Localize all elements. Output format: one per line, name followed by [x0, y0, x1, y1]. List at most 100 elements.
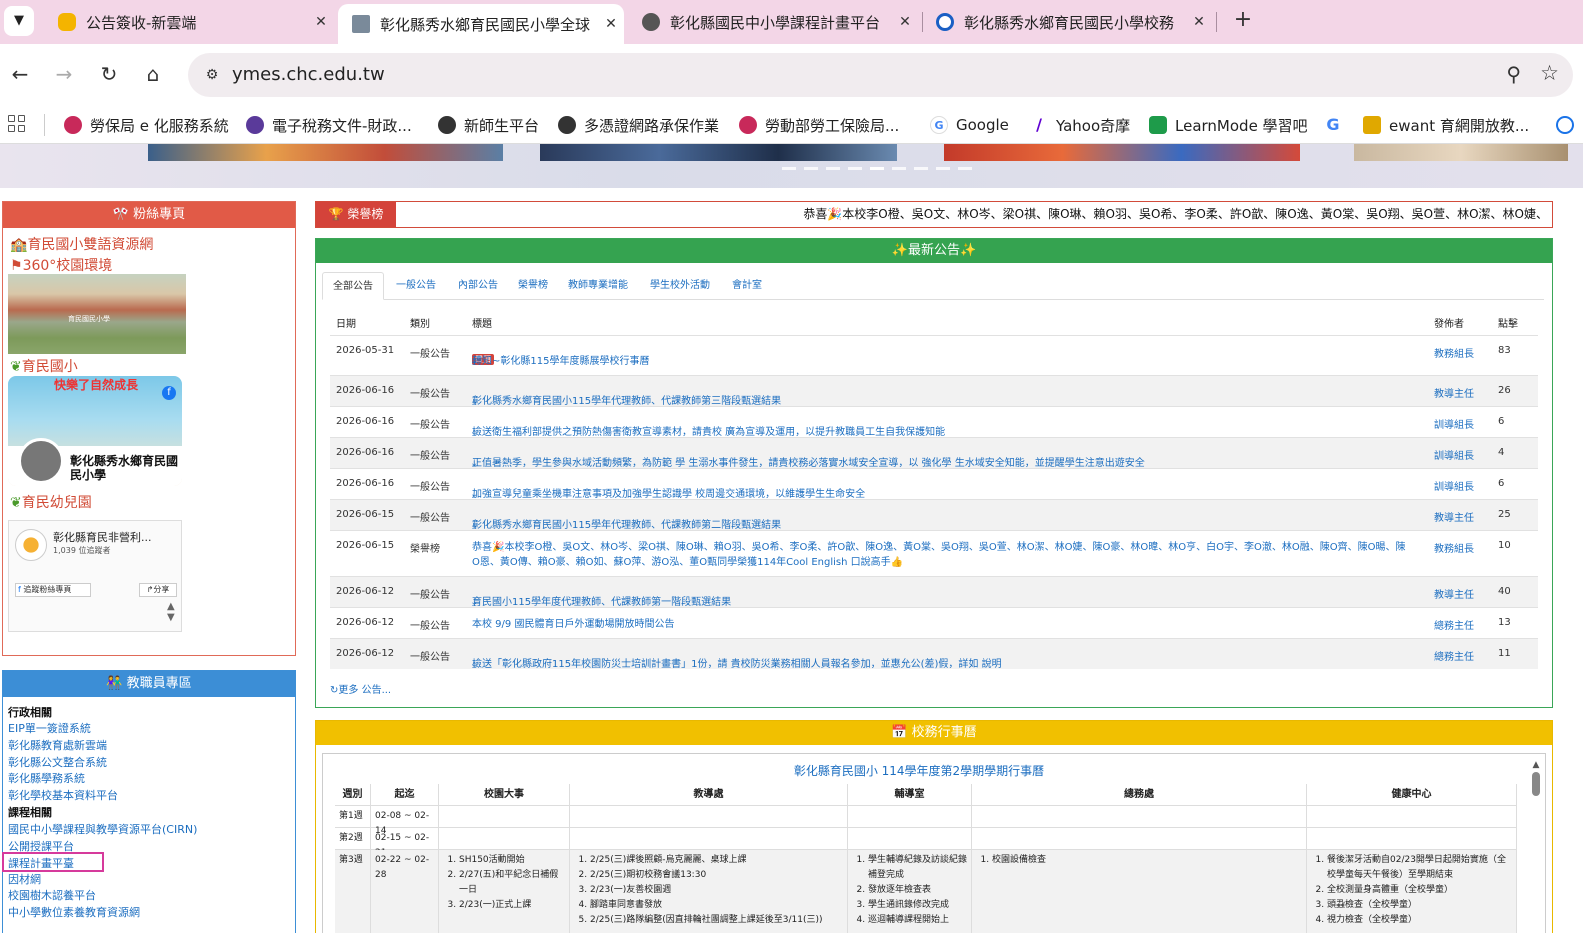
poster-link[interactable]: 教導主任	[1434, 385, 1474, 400]
fb-embed[interactable]: 彰化縣育民非營利... 1,039 位追蹤者 f 追蹤粉絲專頁 ↱分享 ▲ ▼	[8, 520, 182, 632]
calendar-item: 2/25(三)課後照顧-烏克麗麗、桌球上課	[590, 853, 843, 868]
follow-button[interactable]: f 追蹤粉絲專頁	[15, 583, 91, 597]
close-tab-icon[interactable]: ✕	[308, 14, 334, 30]
news-title-link[interactable]: 本校 9/9 國民體育日戶外運動場開放時間公告	[472, 617, 1412, 632]
bookmark-5[interactable]: G Google	[930, 111, 1009, 139]
poster-link[interactable]: 教導主任	[1434, 509, 1474, 524]
honor-text[interactable]: 恭喜🎉本校李O橙、吳O文、林O岑、梁O祺、陳O琳、賴O羽、吳O希、李O柔、許O歆…	[404, 202, 1548, 227]
bookmark-1[interactable]: 電子稅務文件-財政...	[246, 111, 412, 139]
close-tab-icon[interactable]: ✕	[892, 14, 918, 30]
bookmark-label: 多憑證網路承保作業	[584, 116, 720, 135]
carousel-dot[interactable]	[826, 167, 840, 170]
bookmark-9[interactable]: ewant 育網開放教...	[1363, 111, 1529, 139]
tab-teacher[interactable]: 教師專業增能	[558, 272, 638, 300]
bookmark-star-icon[interactable]: ☆	[1540, 61, 1559, 85]
calendar-item: 全校測量身高體重（全校學童）	[1327, 883, 1512, 898]
news-title-link[interactable]: 恭喜🎉本校李O橙、吳O文、林O岑、梁O祺、陳O琳、賴O羽、吳O希、李O柔、許O歆…	[472, 540, 1412, 570]
tab-search-chevron-icon[interactable]: ▼	[4, 6, 34, 36]
staff-link[interactable]: 校園樹木認養平台	[8, 887, 96, 903]
tab-title: 公告簽收-新雲端	[86, 13, 197, 32]
tab-all[interactable]: 全部公告	[322, 272, 384, 300]
reload-icon[interactable]: ↻	[95, 60, 123, 88]
bookmark-0[interactable]: 勞保局 e 化服務系統	[64, 111, 229, 139]
panel-header: 🎌 粉絲專頁	[3, 202, 295, 228]
calendar-panel: 📅 校務行事曆 彰化縣育民國小 114學年度第2學期學期行事曆 週別 起迄 校園…	[315, 720, 1553, 933]
tab-general[interactable]: 一般公告	[386, 272, 446, 300]
site-info-icon[interactable]: ⚙	[198, 61, 226, 89]
bookmark-4[interactable]: 勞動部勞工保險局...	[739, 111, 899, 139]
poster-link[interactable]: 教務組長	[1434, 345, 1474, 360]
more-news-link[interactable]: ↻更多 公告...	[330, 681, 391, 696]
bookmark-2[interactable]: 新師生平台	[438, 111, 539, 139]
back-arrow-icon[interactable]: ←	[6, 60, 34, 88]
carousel-dot[interactable]	[848, 167, 862, 170]
carousel-dot[interactable]	[958, 167, 972, 170]
apps-grid-icon[interactable]	[8, 115, 26, 133]
download-icon[interactable]: ⤓	[472, 354, 476, 369]
bookmark-8[interactable]: G	[1324, 111, 1350, 139]
tab-honor[interactable]: 榮譽榜	[508, 272, 558, 300]
embed-scrollbar[interactable]: ▲ ▼	[167, 601, 175, 623]
download-icon[interactable]: ⤓	[472, 657, 476, 672]
bookmark-overflow[interactable]	[1556, 111, 1582, 139]
school-fb-card[interactable]: 快樂了自然成長 f 彰化縣秀水鄉育民國民小學	[8, 376, 182, 486]
carousel-dot[interactable]	[914, 167, 928, 170]
calendar-scrollbar[interactable]: ▲	[1531, 760, 1541, 933]
address-bar[interactable]: ⚙ ymes.chc.edu.tw ⚲ ☆	[188, 53, 1573, 97]
staff-link[interactable]: 彰化縣學務系統	[8, 770, 85, 786]
url-text[interactable]: ymes.chc.edu.tw	[232, 64, 385, 85]
school-fb-label: ❦育民國小	[10, 359, 78, 375]
home-icon[interactable]: ⌂	[139, 60, 167, 88]
poster-link[interactable]: 教務組長	[1434, 540, 1474, 555]
bookmark-label: Yahoo奇摩	[1056, 116, 1131, 135]
poster-link[interactable]: 訓導組長	[1434, 416, 1474, 431]
poster-link[interactable]: 訓導組長	[1434, 447, 1474, 462]
staff-link[interactable]: 彰化縣教育處新雲端	[8, 737, 107, 753]
tab-student[interactable]: 學生校外活動	[640, 272, 720, 300]
embed-name[interactable]: 彰化縣育民非營利...	[53, 529, 152, 545]
poster-link[interactable]: 總務主任	[1434, 648, 1474, 663]
calendar-title: 校務行事曆	[911, 725, 977, 740]
bilingual-link[interactable]: 🏫育民國小雙語資源網	[10, 234, 153, 254]
tab-accounting[interactable]: 會計室	[722, 272, 772, 300]
carousel-dot-active[interactable]	[870, 167, 884, 170]
tab-internal[interactable]: 內部公告	[448, 272, 508, 300]
bookmark-3[interactable]: 多憑證網路承保作業	[558, 111, 719, 139]
calendar-icon: 📅	[891, 725, 912, 740]
banner-image	[540, 144, 897, 161]
close-tab-icon[interactable]: ✕	[598, 16, 624, 32]
poster-link[interactable]: 教導主任	[1434, 586, 1474, 601]
cal-col-header: 校園大事	[439, 784, 570, 806]
carousel-dot[interactable]	[782, 167, 796, 170]
leaf-icon: ❦	[10, 495, 22, 511]
close-tab-icon[interactable]: ✕	[1186, 14, 1212, 30]
staff-link[interactable]: EIP單一簽證系統	[8, 720, 91, 736]
poster-link[interactable]: 總務主任	[1434, 617, 1474, 632]
tab-1-active[interactable]: 彰化縣秀水鄉育民國民小學全球 ✕	[338, 4, 624, 44]
col-header-type: 類別	[410, 319, 430, 330]
carousel-dot[interactable]	[936, 167, 950, 170]
new-tab-plus-icon[interactable]: +	[1228, 6, 1258, 36]
cal-col-header: 起迄	[371, 784, 439, 806]
staff-link[interactable]: 中小學數位素養教育資源網	[8, 904, 140, 920]
tab-2[interactable]: 彰化縣國民中小學課程計畫平台 ✕	[628, 0, 918, 44]
carousel-dot[interactable]	[892, 167, 906, 170]
bookmark-6[interactable]: / Yahoo奇摩	[1030, 111, 1130, 139]
staff-link[interactable]: 因材網	[8, 871, 41, 887]
embed-followers: 1,039 位追蹤者	[53, 546, 111, 555]
tab-0[interactable]: 公告簽收-新雲端 ✕	[44, 0, 334, 44]
school-photo[interactable]: 育民國民小學	[8, 274, 186, 354]
staff-link[interactable]: 彰化縣公文整合系統	[8, 754, 107, 770]
share-button[interactable]: ↱分享	[139, 583, 177, 597]
staff-link[interactable]: 彰化學校基本資料平台	[8, 787, 118, 803]
360-campus-link[interactable]: ⚑360°校園環境	[10, 255, 112, 275]
carousel-dot[interactable]	[804, 167, 818, 170]
staff-link[interactable]: 國民中小學課程與教學資源平台(CIRN)	[8, 821, 197, 837]
zoom-icon[interactable]: ⚲	[1506, 62, 1521, 86]
forward-arrow-icon[interactable]: →	[50, 60, 78, 88]
bookmark-7[interactable]: LearnMode 學習吧	[1149, 111, 1308, 139]
table-row: 2026-06-15 榮譽榜 恭喜🎉本校李O橙、吳O文、林O岑、梁O祺、陳O琳、賴…	[330, 530, 1538, 576]
poster-link[interactable]: 訓導組長	[1434, 478, 1474, 493]
panel-title: 粉絲專頁	[133, 207, 186, 222]
tab-3[interactable]: 彰化縣秀水鄉育民國民小學校務 ✕	[922, 0, 1212, 44]
